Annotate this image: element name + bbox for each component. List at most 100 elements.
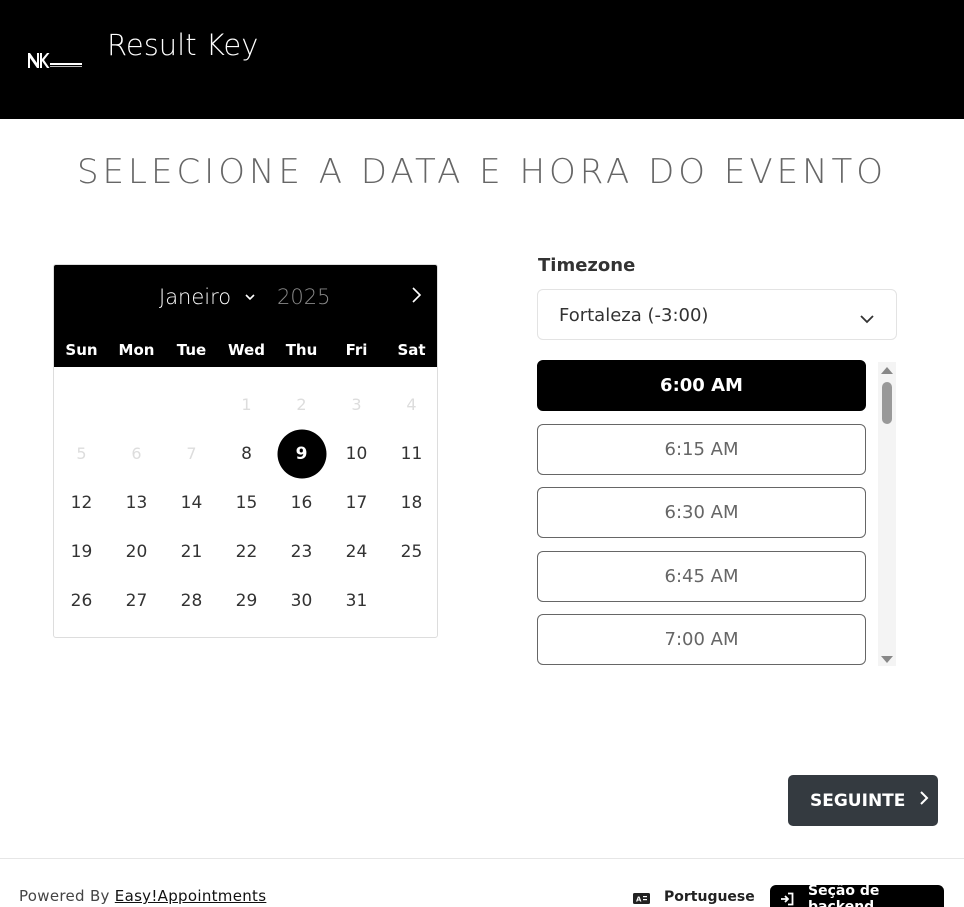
calendar-header: Janeiro 2025 Sun Mon Tue Wed Thu Fri Sat [54,265,437,367]
day-number: 26 [70,590,93,611]
svg-text:A: A [636,895,642,903]
day-cell: 7 [164,429,219,478]
day-number: 4 [406,395,417,414]
day-number: 2 [296,395,307,414]
day-cell[interactable]: 16 [274,478,329,527]
day-cell[interactable]: 22 [219,527,274,576]
day-number: 23 [290,541,313,562]
day-number: 28 [180,590,203,611]
day-cell: 1 [219,380,274,429]
timezone-value: Fortaleza (-3:00) [559,305,709,326]
day-number: 31 [345,590,368,611]
day-number: 25 [400,541,423,562]
time-slot-scrollbar[interactable] [878,362,896,666]
day-cell: 2 [274,380,329,429]
time-slot[interactable]: 6:15 AM [537,423,866,475]
day-cell[interactable]: 8 [219,429,274,478]
header: Result Key [0,0,964,119]
language-selector[interactable]: A Portuguese [633,889,755,905]
next-button-label: SEGUINTE [810,790,906,811]
page-title: SELECIONE A DATA E HORA DO EVENTO [76,152,888,192]
day-cell[interactable]: 25 [384,527,437,576]
day-cell[interactable]: 21 [164,527,219,576]
day-blank [54,380,109,429]
weekday-label: Tue [176,341,207,359]
weekday-label: Sat [397,341,426,359]
chevron-down-icon [860,309,874,328]
day-number: 27 [125,590,148,611]
scroll-thumb[interactable] [882,382,892,424]
day-number: 24 [345,541,368,562]
day-number: 19 [70,541,93,562]
day-number: 21 [180,541,203,562]
timezone-select[interactable]: Fortaleza (-3:00) [537,289,897,340]
day-cell[interactable]: 23 [274,527,329,576]
day-number: 3 [351,395,362,414]
timezone-label: Timezone [538,255,636,276]
sign-in-icon [780,892,794,906]
time-slot[interactable]: 6:45 AM [537,550,866,602]
day-cell[interactable]: 29 [219,576,274,625]
scroll-up-arrow-icon[interactable] [881,367,893,374]
day-cell: 6 [109,429,164,478]
day-number: 12 [70,492,93,513]
day-number: 30 [290,590,313,611]
day-cell[interactable]: 14 [164,478,219,527]
year-label[interactable]: 2025 [277,285,330,309]
day-number: 18 [400,492,423,513]
day-cell[interactable]: 17 [329,478,384,527]
backend-section-button[interactable]: Seção de backend [770,883,944,907]
day-cell[interactable]: 10 [329,429,384,478]
day-number: 17 [345,492,368,513]
month-label: Janeiro [159,285,232,309]
day-cell[interactable]: 15 [219,478,274,527]
time-slot-selected[interactable]: 6:00 AM [537,360,866,411]
chevron-down-icon [245,292,255,302]
rk-logo-icon[interactable] [26,48,82,72]
day-cell: 5 [54,429,109,478]
day-blank [164,380,219,429]
day-cell[interactable]: 28 [164,576,219,625]
day-cell[interactable]: 19 [54,527,109,576]
easy-appointments-link[interactable]: Easy!Appointments [115,887,267,905]
date-picker-calendar: Janeiro 2025 Sun Mon Tue Wed Thu Fri Sat 12345… [53,264,438,638]
weekday-label: Sun [65,341,98,359]
next-button[interactable]: SEGUINTE [788,775,938,826]
day-number: 20 [125,541,148,562]
day-number: 10 [345,443,368,464]
day-blank [109,380,164,429]
day-number: 13 [125,492,148,513]
day-number: 16 [290,492,313,513]
day-number: 14 [180,492,203,513]
day-cell[interactable]: 27 [109,576,164,625]
time-slot[interactable]: 6:30 AM [537,487,866,538]
day-cell-selected[interactable]: 9 [274,429,329,478]
app-title: Result Key [107,28,259,62]
powered-by-text: Powered By [19,887,110,905]
time-slot[interactable]: 7:00 AM [537,614,866,665]
day-cell[interactable]: 18 [384,478,437,527]
day-number: 8 [241,443,252,464]
footer: Powered By Easy!Appointments A Portugues… [0,858,964,907]
day-cell[interactable]: 31 [329,576,384,625]
language-label: Portuguese [664,889,755,905]
day-cell[interactable]: 11 [384,429,437,478]
day-cell[interactable]: 12 [54,478,109,527]
weekday-row: Sun Mon Tue Wed Thu Fri Sat [54,341,437,359]
weekday-label: Thu [285,341,318,359]
day-cell[interactable]: 24 [329,527,384,576]
day-number: 7 [186,444,197,463]
day-cell[interactable]: 20 [109,527,164,576]
month-select[interactable]: Janeiro [159,285,255,309]
scroll-down-arrow-icon[interactable] [881,656,893,663]
day-cell[interactable]: 30 [274,576,329,625]
day-grid: 1 2 3 4 5 6 7 8 9 10 11 12 13 14 15 16 17 18 19 20 21 22 23 24 2… [54,380,437,625]
day-cell[interactable]: 26 [54,576,109,625]
weekday-label: Mon [118,341,155,359]
powered-by: Powered By Easy!Appointments [19,887,266,905]
next-month-arrow-icon[interactable] [410,286,424,304]
day-cell[interactable]: 13 [109,478,164,527]
chevron-right-icon [919,790,929,811]
language-icon: A [633,892,650,904]
day-cell: 4 [384,380,437,429]
